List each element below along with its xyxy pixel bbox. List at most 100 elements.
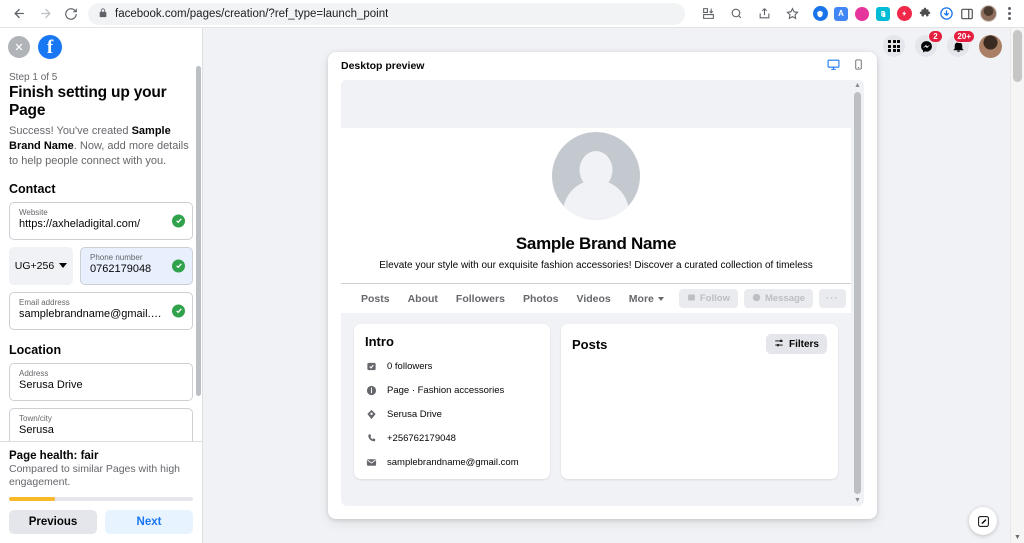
intro-card: Intro 0 followers Page · Fashion accessor… xyxy=(354,324,550,479)
desktop-preview-card: Desktop preview Sample Brand Name Elevat… xyxy=(328,52,877,519)
default-profile-avatar-icon xyxy=(548,128,644,224)
followers-icon xyxy=(365,360,378,373)
page-setup-sidebar: f Step 1 of 5 Finish setting up your Pag… xyxy=(0,28,203,543)
page-tab-videos[interactable]: Videos xyxy=(568,284,620,313)
app-root: f Step 1 of 5 Finish setting up your Pag… xyxy=(0,28,1024,543)
scroll-down-arrow-icon[interactable]: ▼ xyxy=(854,497,861,504)
sliders-filter-icon xyxy=(774,338,784,351)
phone-row: UG+256 Phone number 0762179048 xyxy=(9,246,193,285)
mobile-phone-icon[interactable] xyxy=(853,58,864,74)
page-subtitle: Success! You've created Sample Brand Nam… xyxy=(9,124,193,169)
preview-viewport: Sample Brand Name Elevate your style wit… xyxy=(341,80,864,506)
wizard-buttons: Previous Next xyxy=(9,510,193,534)
omnibox-actions xyxy=(691,1,805,27)
filters-label: Filters xyxy=(788,338,819,350)
desktop-monitor-icon[interactable] xyxy=(827,58,840,74)
preview-scrollbar[interactable]: ▲ ▼ xyxy=(851,80,864,506)
address-value: Serusa Drive xyxy=(19,379,83,392)
preview-columns: Intro 0 followers Page · Fashion accessor… xyxy=(341,313,851,479)
facebook-logo-icon[interactable]: f xyxy=(38,35,62,59)
message-button-label: Message xyxy=(764,293,806,304)
scroll-up-arrow-icon[interactable]: ▲ xyxy=(854,82,861,89)
sidebar-scrollbar[interactable] xyxy=(196,66,201,441)
pink-dot-extension-icon[interactable] xyxy=(853,5,871,23)
previous-button[interactable]: Previous xyxy=(9,510,97,534)
page-health-subtitle: Compared to similar Pages with high enga… xyxy=(9,462,180,489)
red-bolt-extension-icon[interactable] xyxy=(895,5,913,23)
reload-icon[interactable] xyxy=(58,1,84,27)
page-tab-more[interactable]: More xyxy=(620,284,673,313)
device-toggle xyxy=(827,58,864,74)
address-label: Address xyxy=(19,369,49,379)
page-tab-about[interactable]: About xyxy=(399,284,447,313)
follow-icon xyxy=(687,293,696,305)
puzzle-extensions-icon[interactable] xyxy=(916,5,934,23)
intro-row: +256762179048 xyxy=(365,432,539,445)
preview-scrollbar-thumb[interactable] xyxy=(854,92,861,494)
search-icon[interactable] xyxy=(723,1,749,27)
posts-heading: Posts xyxy=(572,336,608,352)
country-code-select[interactable]: UG+256 xyxy=(9,246,73,285)
follow-button[interactable]: Follow xyxy=(678,289,738,308)
intro-row: Page · Fashion accessories xyxy=(365,384,539,397)
close-icon[interactable] xyxy=(8,36,30,58)
forward-arrow-icon[interactable] xyxy=(32,1,58,27)
more-actions-button-label: ··· xyxy=(826,293,839,304)
contact-section-heading: Contact xyxy=(9,181,56,196)
address-bar[interactable]: facebook.com/pages/creation/?ref_type=la… xyxy=(88,2,685,25)
town-city-field[interactable]: Town/city Serusa xyxy=(9,407,193,441)
address-field[interactable]: Address Serusa Drive xyxy=(9,362,193,401)
kebab-menu-icon[interactable] xyxy=(1000,5,1018,23)
back-arrow-icon[interactable] xyxy=(6,1,32,27)
sidepanel-icon[interactable] xyxy=(958,5,976,23)
page-title: Finish setting up your Page xyxy=(9,84,167,119)
intro-row-text: Serusa Drive xyxy=(387,409,442,420)
email-label: Email address xyxy=(19,298,70,308)
shield-extension-icon[interactable] xyxy=(811,5,829,23)
window-scroll-down-icon[interactable]: ▼ xyxy=(1014,534,1021,541)
page-tab-posts[interactable]: Posts xyxy=(355,284,399,313)
bell-icon[interactable]: 20+ xyxy=(947,30,975,57)
intro-heading: Intro xyxy=(365,334,394,349)
window-scrollbar[interactable]: ▲ ▼ xyxy=(1010,28,1024,543)
page-tab-photos[interactable]: Photos xyxy=(514,284,568,313)
profile-header: Sample Brand Name Elevate your style wit… xyxy=(341,128,851,313)
chrome-profile-avatar[interactable] xyxy=(979,5,997,23)
town-city-value: Serusa xyxy=(19,424,54,437)
email-field[interactable]: Email address samplebrandname@gmail.com xyxy=(9,291,193,330)
tab-copy-extension-icon[interactable] xyxy=(874,5,892,23)
message-icon xyxy=(752,293,761,305)
intro-row: 0 followers xyxy=(365,360,539,373)
page-health-progress xyxy=(9,497,193,501)
phone-value: 0762179048 xyxy=(90,263,152,276)
messenger-icon[interactable]: 2 xyxy=(915,30,943,57)
email-value: samplebrandname@gmail.com xyxy=(19,308,166,321)
user-avatar[interactable] xyxy=(979,34,1002,58)
town-city-label: Town/city xyxy=(19,414,52,424)
website-value: https://axheladigital.com/ xyxy=(19,218,141,231)
lock-icon xyxy=(98,7,108,21)
website-field[interactable]: Website https://axheladigital.com/ xyxy=(9,201,193,240)
phone-label: Phone number xyxy=(90,253,143,263)
preview-page-content: Sample Brand Name Elevate your style wit… xyxy=(341,80,851,506)
phone-number-field[interactable]: Phone number 0762179048 xyxy=(80,246,193,285)
compose-edit-icon[interactable] xyxy=(969,507,997,535)
apps-grid-icon[interactable] xyxy=(883,35,905,57)
share-icon[interactable] xyxy=(751,1,777,27)
window-scrollbar-thumb[interactable] xyxy=(1013,30,1022,82)
page-tab-followers[interactable]: Followers xyxy=(447,284,514,313)
translate-extension-icon[interactable]: A xyxy=(832,5,850,23)
location-section-heading: Location xyxy=(9,342,62,357)
more-actions-button[interactable]: ··· xyxy=(819,289,846,308)
next-button[interactable]: Next xyxy=(105,510,193,534)
check-circle-icon xyxy=(172,214,185,228)
bookmark-star-icon[interactable] xyxy=(779,1,805,27)
filters-button[interactable]: Filters xyxy=(765,334,827,354)
page-tab-label: Posts xyxy=(361,292,390,305)
page-name: Sample Brand Name xyxy=(515,234,677,253)
install-icon[interactable] xyxy=(695,1,721,27)
page-tab-label: Followers xyxy=(455,292,505,305)
message-button[interactable]: Message xyxy=(743,289,814,308)
envelope-icon xyxy=(365,456,378,469)
download-icon[interactable] xyxy=(937,5,955,23)
